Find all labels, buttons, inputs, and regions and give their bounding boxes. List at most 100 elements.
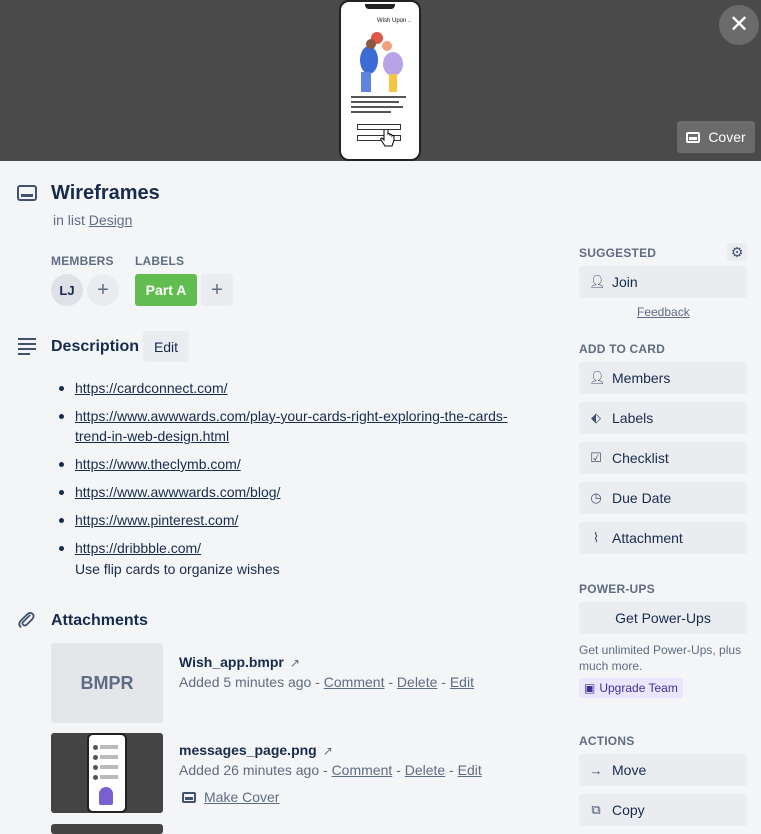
- edit-link[interactable]: Edit: [458, 762, 482, 778]
- upgrade-icon: ▣: [584, 681, 596, 695]
- description-link-list: https://cardconnect.com/ https://www.aww…: [57, 378, 527, 566]
- comment-link[interactable]: Comment: [332, 762, 393, 778]
- hand-cursor-icon: [380, 130, 395, 147]
- external-link-icon[interactable]: ↗: [290, 656, 300, 670]
- card-icon: [182, 791, 196, 803]
- card-title[interactable]: Wireframes: [51, 182, 160, 205]
- list-item: https://www.theclymb.com/: [57, 454, 527, 474]
- plus-icon: +: [211, 278, 223, 301]
- attachment-filename: Wish_app.bmpr: [179, 654, 284, 670]
- attachment-thumbnail[interactable]: BMPR: [51, 643, 163, 723]
- cover-image: Wish Upon ..: [339, 0, 421, 161]
- copy-label: Copy: [612, 802, 645, 818]
- list-item: https://cardconnect.com/: [57, 378, 527, 398]
- attachment-thumbnail[interactable]: [51, 733, 163, 813]
- checklist-label: Checklist: [612, 450, 669, 466]
- labels-heading: Labels: [135, 254, 185, 268]
- description-link[interactable]: https://www.pinterest.com/: [75, 512, 238, 528]
- labels-label: Labels: [612, 410, 654, 426]
- clock-icon: ◷: [590, 490, 602, 505]
- suggested-heading: Suggested: [579, 246, 657, 260]
- edit-link[interactable]: Edit: [450, 674, 474, 690]
- thumbnail-text-lines: [351, 96, 411, 116]
- comment-link[interactable]: Comment: [324, 674, 385, 690]
- power-ups-note: Get unlimited Power-Ups, plus much more.: [579, 643, 742, 673]
- card-icon: [686, 131, 701, 143]
- upgrade-team-button[interactable]: ▣ Upgrade Team: [579, 678, 683, 698]
- list-link[interactable]: Design: [89, 212, 133, 228]
- checkbox-icon: ☑: [590, 450, 602, 465]
- cover-button[interactable]: Cover: [677, 121, 755, 153]
- attachment-name[interactable]: Wish_app.bmpr ↗: [179, 654, 300, 670]
- description-note: Use flip cards to organize wishes: [75, 561, 280, 577]
- copy-button[interactable]: ⧉ Copy: [579, 794, 747, 826]
- card-cover: Wish Upon .. ✕ Cover: [0, 0, 761, 161]
- list-item: https://dribbble.com/: [57, 538, 527, 558]
- in-list-prefix: in list: [53, 212, 85, 228]
- attachment-added-time: Added 5 minutes ago: [179, 674, 312, 690]
- person-icon: 👤︎: [589, 274, 606, 289]
- arrow-right-icon: →: [589, 762, 603, 778]
- description-link[interactable]: https://dribbble.com/: [75, 540, 201, 556]
- edit-description-button[interactable]: Edit: [143, 331, 189, 362]
- description-link[interactable]: https://www.theclymb.com/: [75, 456, 241, 472]
- due-date-label: Due Date: [612, 490, 672, 506]
- card-icon: [17, 185, 37, 201]
- phone-notch: [365, 4, 395, 9]
- close-icon: ✕: [728, 11, 750, 38]
- join-label: Join: [612, 274, 638, 290]
- copy-icon: ⧉: [591, 802, 601, 817]
- move-label: Move: [612, 762, 647, 778]
- delete-link[interactable]: Delete: [397, 674, 437, 690]
- description-icon: [18, 338, 36, 358]
- members-heading: Members: [51, 254, 114, 268]
- attachment-filename: messages_page.png: [179, 742, 317, 758]
- description-link[interactable]: https://www.awwwards.com/play-your-cards…: [75, 408, 508, 444]
- list-item: https://www.awwwards.com/play-your-cards…: [57, 406, 527, 446]
- members-label: Members: [612, 370, 671, 386]
- description-link[interactable]: https://cardconnect.com/: [75, 380, 228, 396]
- make-cover-link[interactable]: Make Cover: [204, 789, 279, 805]
- delete-link[interactable]: Delete: [405, 762, 445, 778]
- person-icon: 👤︎: [589, 370, 606, 385]
- power-ups-heading: Power-Ups: [579, 582, 655, 596]
- external-link-icon[interactable]: ↗: [323, 744, 333, 758]
- description-link[interactable]: https://www.awwwards.com/blog/: [75, 484, 280, 500]
- add-label-button[interactable]: +: [201, 274, 233, 306]
- label-part-a[interactable]: Part A: [135, 274, 197, 306]
- get-power-ups-button[interactable]: Get Power-Ups: [579, 602, 747, 634]
- feedback-link[interactable]: Feedback: [637, 305, 690, 319]
- attachment-name[interactable]: messages_page.png ↗: [179, 742, 333, 758]
- attachment-added-time: Added 26 minutes ago: [179, 762, 320, 778]
- labels-button[interactable]: ⬖ Labels: [579, 402, 747, 434]
- join-button[interactable]: 👤︎ Join: [579, 266, 747, 298]
- checklist-button[interactable]: ☑ Checklist: [579, 442, 747, 474]
- actions-heading: Actions: [579, 734, 635, 748]
- illustration-image: [360, 32, 403, 92]
- attachment-thumbnail[interactable]: [51, 824, 163, 834]
- add-to-card-heading: Add to card: [579, 342, 665, 356]
- tag-icon: ⬖: [591, 410, 601, 425]
- gear-icon[interactable]: ⚙: [727, 243, 747, 261]
- due-date-button[interactable]: ◷ Due Date: [579, 482, 747, 514]
- paperclip-icon: [18, 612, 35, 628]
- attachment-label: Attachment: [612, 530, 683, 546]
- cover-button-label: Cover: [708, 129, 746, 145]
- members-button[interactable]: 👤︎ Members: [579, 362, 747, 394]
- list-item: https://www.awwwards.com/blog/: [57, 482, 527, 502]
- attachment-preview-image: [87, 733, 127, 813]
- close-button[interactable]: ✕: [719, 5, 759, 45]
- paperclip-icon: ⌇: [592, 530, 600, 545]
- in-list-text: in list Design: [53, 212, 132, 228]
- attachment-meta: Added 5 minutes ago - Comment - Delete -…: [179, 674, 474, 690]
- make-cover-button[interactable]: Make Cover: [182, 789, 279, 805]
- attachment-meta: Added 26 minutes ago - Comment - Delete …: [179, 762, 482, 778]
- description-heading: Description: [51, 338, 140, 355]
- attachments-heading: Attachments: [51, 612, 148, 629]
- move-button[interactable]: → Move: [579, 754, 747, 786]
- add-member-button[interactable]: +: [87, 274, 119, 306]
- plus-icon: +: [97, 278, 109, 301]
- avatar[interactable]: LJ: [51, 274, 83, 306]
- upgrade-team-label: Upgrade Team: [599, 681, 678, 695]
- attachment-button[interactable]: ⌇ Attachment: [579, 522, 747, 554]
